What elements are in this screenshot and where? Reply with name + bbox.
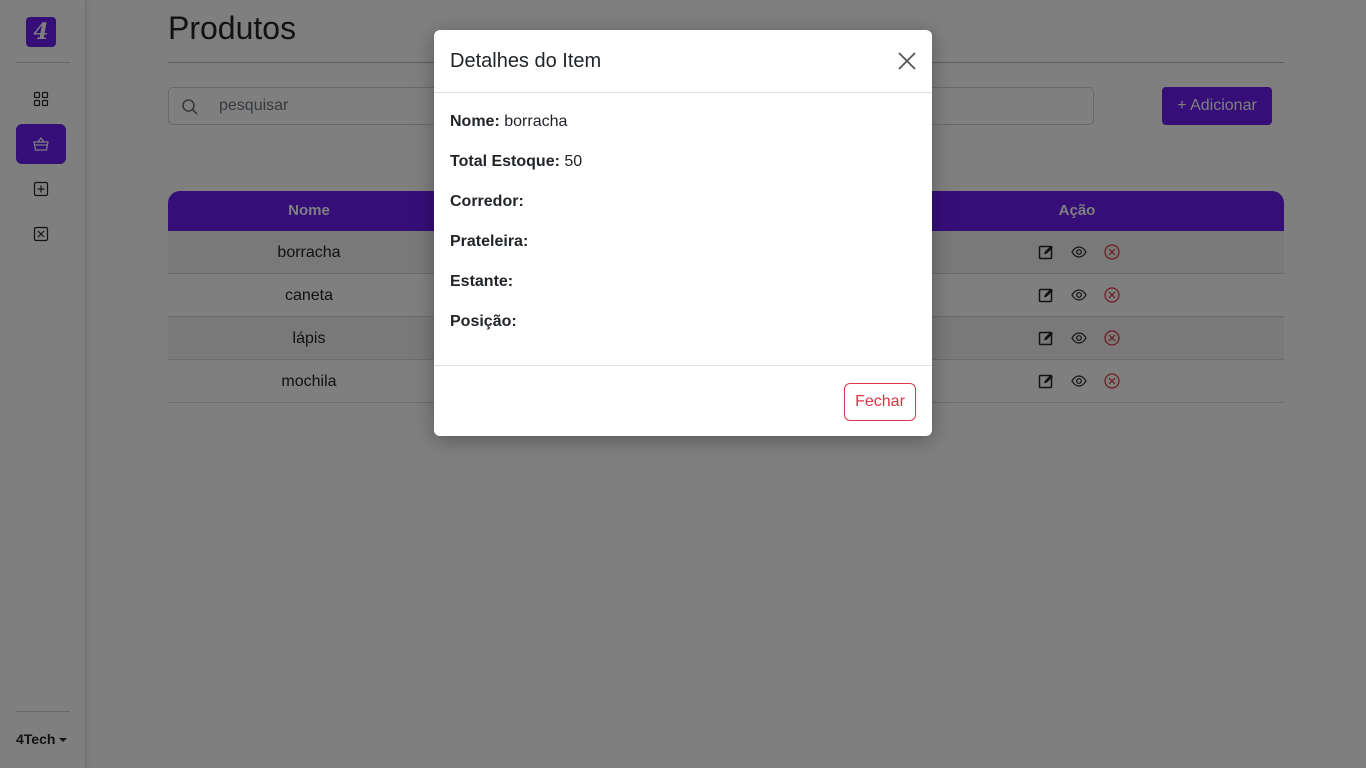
field-label: Estante: — [450, 273, 514, 290]
fechar-button[interactable]: Fechar — [844, 383, 916, 421]
field-value: borracha — [504, 113, 568, 130]
field-label: Corredor: — [450, 193, 524, 210]
field-corredor: Corredor: — [450, 190, 916, 230]
modal-title: Detalhes do Item — [450, 50, 602, 72]
field-nome: Nome: borracha — [450, 110, 916, 150]
field-label: Posição: — [450, 313, 517, 330]
modal-header: Detalhes do Item — [434, 30, 932, 93]
field-label: Nome: — [450, 113, 500, 130]
field-label: Prateleira: — [450, 233, 529, 250]
field-value: 50 — [564, 153, 583, 170]
field-total-estoque: Total Estoque: 50 — [450, 150, 916, 190]
modal-footer: Fechar — [434, 365, 932, 436]
field-prateleira: Prateleira: — [450, 230, 916, 270]
modal-close-button[interactable] — [896, 50, 918, 72]
modal-body: Nome: borracha Total Estoque: 50 Corredo… — [450, 110, 916, 350]
field-estante: Estante: — [450, 270, 916, 310]
field-posicao: Posição: — [450, 310, 916, 350]
item-details-modal: Detalhes do Item Nome: borracha Total Es… — [434, 30, 932, 436]
close-icon — [898, 52, 916, 70]
field-label: Total Estoque: — [450, 153, 560, 170]
